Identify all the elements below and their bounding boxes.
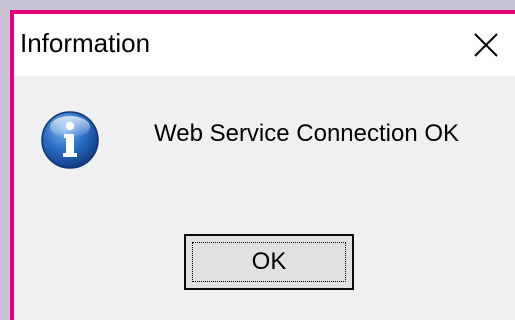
information-dialog: Information Web Service Connection OK OK <box>10 10 515 320</box>
close-icon <box>473 32 499 58</box>
ok-button-label: OK <box>251 248 287 275</box>
ok-button[interactable]: OK <box>184 234 354 290</box>
title-bar[interactable]: Information <box>14 14 515 76</box>
dialog-title: Information <box>20 28 151 58</box>
close-button[interactable] <box>457 14 515 76</box>
dialog-body: Web Service Connection OK OK <box>14 76 515 320</box>
info-icon <box>40 110 100 170</box>
dialog-message: Web Service Connection OK <box>154 120 460 147</box>
